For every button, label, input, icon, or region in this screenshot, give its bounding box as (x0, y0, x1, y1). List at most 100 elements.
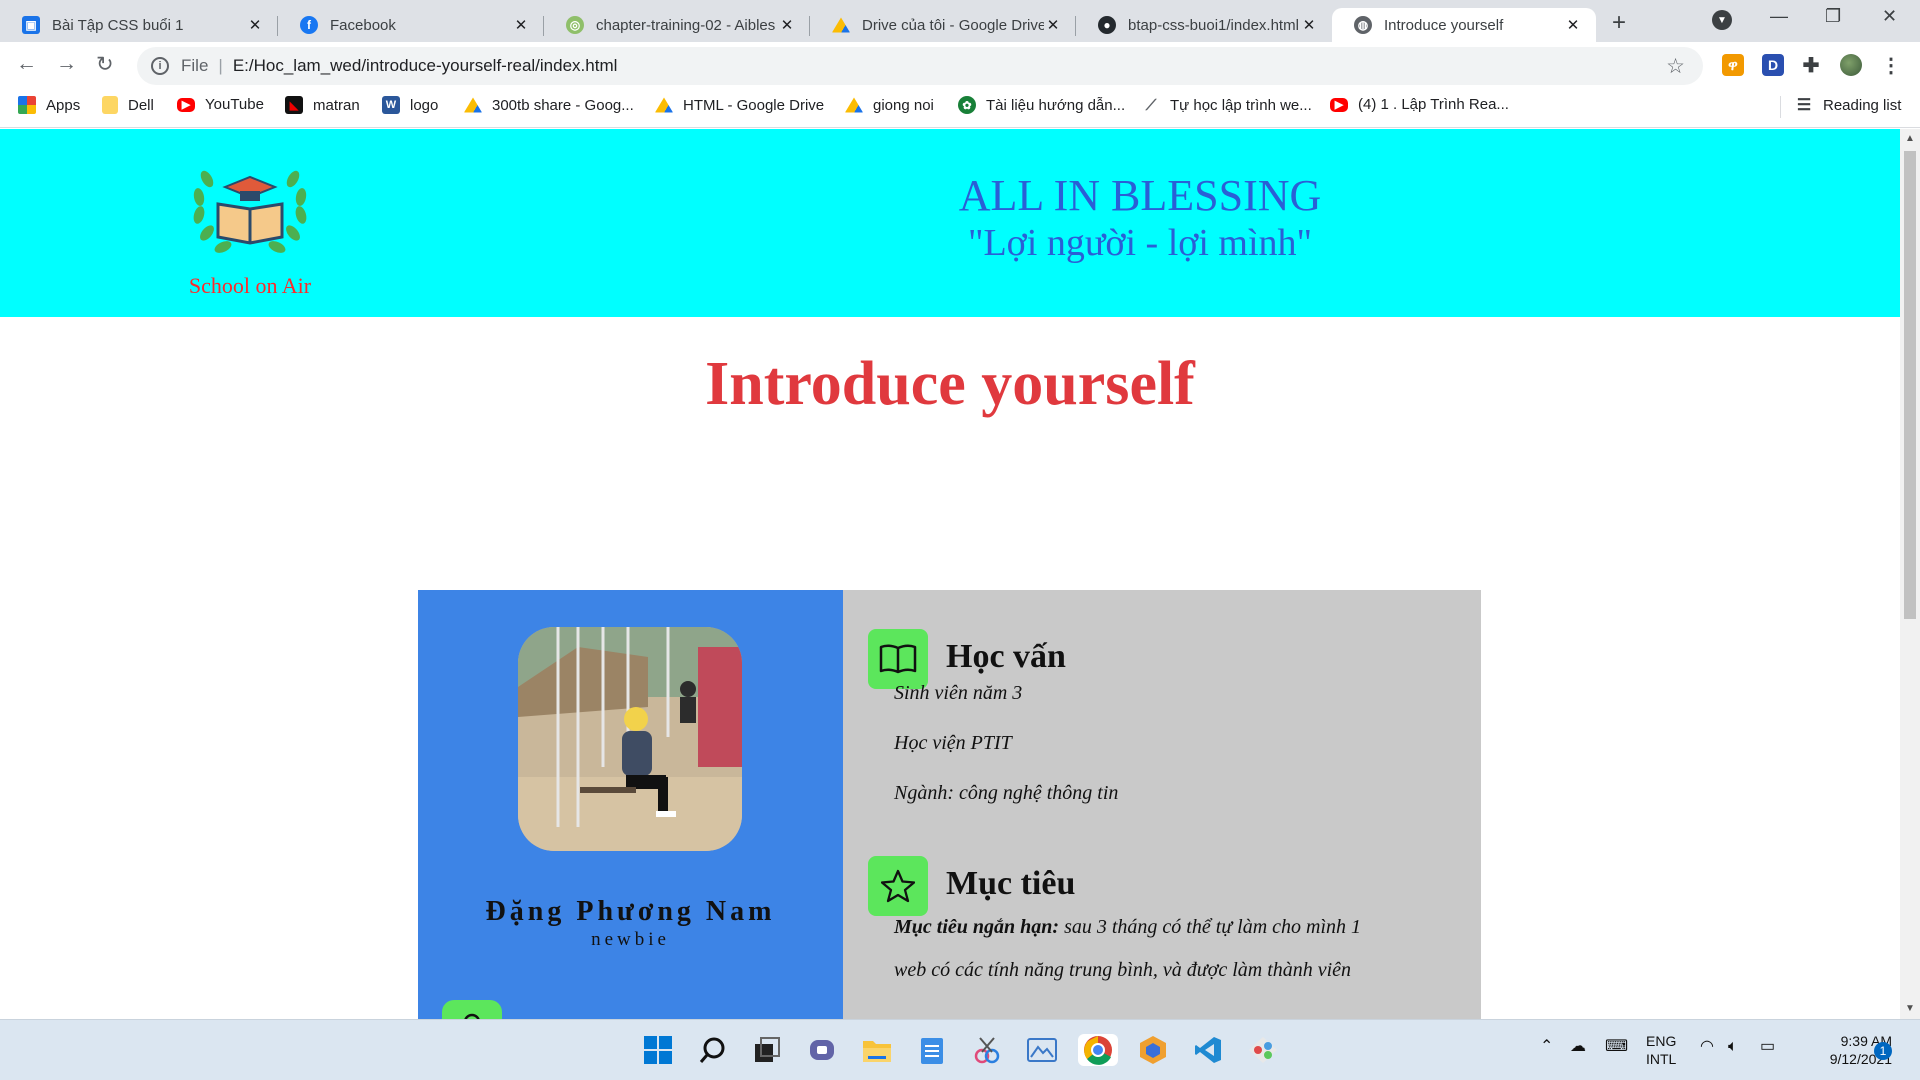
bookmark-tai-lieu[interactable]: ✿ Tài liệu hướng dẫn... (958, 96, 1125, 114)
info-panel: Học vấn Sinh viên năm 3 Học viện PTIT Ng… (843, 590, 1481, 1019)
tab-2[interactable]: ◎ chapter-training-02 - Aibles ✕ (544, 8, 810, 42)
address-bar[interactable]: i File | E:/Hoc_lam_wed/introduce-yourse… (137, 47, 1703, 85)
education-item: Học viện PTIT (894, 732, 1012, 754)
close-icon[interactable]: ✕ (1300, 16, 1318, 34)
windows-taskbar: ⌃ ☁ ⌨ ENG INTL ◠ 🔈︎ ▭ 9:39 AM 9/12/2021 … (0, 1019, 1920, 1080)
aibles-icon: ◎ (566, 16, 584, 34)
education-title: Học vấn (946, 638, 1066, 675)
extension-d-icon[interactable]: D (1762, 54, 1784, 76)
apps-grid-icon (18, 96, 36, 114)
bookmark-300tb[interactable]: 300tb share - Goog... (464, 96, 634, 114)
user-icon (442, 1000, 502, 1019)
education-item: Sinh viên năm 3 (894, 682, 1023, 704)
git-tool-icon[interactable] (1247, 1034, 1279, 1066)
back-icon[interactable]: ← (16, 52, 37, 76)
bookmark-matran[interactable]: ◣ matran (285, 96, 360, 114)
notepad-icon[interactable] (916, 1034, 948, 1066)
close-icon[interactable]: ✕ (778, 16, 796, 34)
task-view-icon[interactable] (751, 1034, 783, 1066)
photos-icon[interactable] (1026, 1034, 1058, 1066)
bookmark-lap-trinh[interactable]: ▶ (4) 1 . Lập Trình Rea... (1330, 96, 1509, 113)
extension-keyhole-icon[interactable]: ዋ (1722, 54, 1744, 76)
scroll-up-icon[interactable]: ▲ (1905, 133, 1915, 144)
tray-overflow-icon[interactable]: ⌃ (1540, 1038, 1553, 1056)
snipping-tool-icon[interactable] (971, 1034, 1003, 1066)
google-drive-icon (832, 17, 850, 33)
profile-panel: Đặng Phương Nam newbie (418, 590, 843, 1019)
github-icon: ● (1098, 16, 1116, 34)
close-icon[interactable]: ✕ (1044, 16, 1062, 34)
page-viewport: School on Air ALL IN BLESSING "Lợi người… (0, 129, 1900, 1019)
site-info-icon[interactable]: i (151, 57, 169, 75)
scroll-thumb[interactable] (1904, 151, 1916, 619)
profile-avatar[interactable] (1840, 54, 1862, 76)
new-tab-icon[interactable]: + (1612, 9, 1626, 37)
bookmark-label: matran (313, 96, 360, 114)
windows-start-icon[interactable] (642, 1034, 674, 1066)
tab-title: btap-css-buoi1/index.html a (1128, 16, 1300, 34)
bookmark-label: HTML - Google Drive (683, 96, 825, 114)
bookmark-apps[interactable]: Apps (18, 96, 80, 114)
goal-short-text: sau 3 tháng có thể tự làm cho mình 1 (1059, 916, 1362, 938)
wifi-icon[interactable]: ◠ (1700, 1038, 1714, 1056)
close-icon[interactable]: ✕ (512, 16, 530, 34)
volume-icon[interactable]: 🔈︎ (1728, 1038, 1738, 1056)
onedrive-icon[interactable]: ☁ (1570, 1038, 1586, 1056)
minimize-icon[interactable]: — (1770, 6, 1788, 27)
bookmark-html-drive[interactable]: HTML - Google Drive (655, 96, 824, 114)
goal-short-label: Mục tiêu ngắn hạn: (894, 916, 1060, 938)
bookmark-tu-hoc[interactable]: ⟋ Tự học lập trình we... (1142, 96, 1312, 114)
tab-3[interactable]: Drive của tôi - Google Drive ✕ (810, 8, 1076, 42)
bookmark-label: Tự học lập trình we... (1170, 96, 1312, 114)
cube-app-icon[interactable] (1137, 1034, 1169, 1066)
bookmark-label: logo (410, 96, 439, 114)
file-explorer-icon[interactable] (861, 1034, 893, 1066)
extensions-puzzle-icon[interactable]: ✚ (1800, 54, 1822, 77)
bookmark-label: 300tb share - Goog... (492, 96, 634, 114)
keyboard-icon[interactable]: ⌨ (1605, 1038, 1628, 1056)
bookmarks-bar: Apps Dell ▶ YouTube ◣ matran W logo 300t… (0, 90, 1920, 128)
reload-icon[interactable]: ↻ (96, 52, 114, 77)
reading-list[interactable]: ☰ Reading list (1795, 96, 1902, 115)
tab-4[interactable]: ● btap-css-buoi1/index.html a ✕ (1076, 8, 1332, 42)
bookmark-star-icon[interactable]: ☆ (1666, 54, 1685, 79)
restore-icon[interactable]: ❐ (1825, 6, 1841, 27)
tab-title: Introduce yourself (1384, 16, 1504, 34)
window-close-icon[interactable]: ✕ (1882, 6, 1897, 27)
site-header: School on Air ALL IN BLESSING "Lợi người… (0, 129, 1900, 317)
reading-list-label: Reading list (1823, 96, 1902, 114)
reading-list-icon: ☰ (1796, 97, 1812, 114)
page-title: Introduce yourself (705, 350, 1195, 418)
star-icon (868, 856, 928, 916)
close-icon[interactable]: ✕ (246, 16, 264, 34)
brand-name: ALL IN BLESSING (958, 171, 1322, 220)
google-drive-icon (655, 97, 673, 113)
vscode-icon[interactable] (1192, 1034, 1224, 1066)
page-scrollbar[interactable]: ▲ ▼ (1900, 129, 1920, 1019)
close-icon[interactable]: ✕ (1564, 16, 1582, 34)
scroll-down-icon[interactable]: ▼ (1905, 1003, 1915, 1014)
chrome-icon[interactable] (1078, 1034, 1118, 1066)
tab-search-icon[interactable]: ▼ (1712, 10, 1732, 30)
bookmark-dell[interactable]: Dell (102, 96, 154, 114)
notification-badge[interactable]: 1 (1874, 1042, 1892, 1060)
teams-chat-icon[interactable] (806, 1034, 838, 1066)
language-indicator[interactable]: ENG INTL (1646, 1032, 1676, 1068)
forward-icon[interactable]: → (56, 52, 77, 76)
bookmark-youtube[interactable]: ▶ YouTube (177, 96, 264, 113)
search-icon[interactable] (697, 1034, 729, 1066)
bookmark-giong-noi[interactable]: giong noi (845, 96, 934, 114)
bookmark-label: Dell (128, 96, 154, 114)
facebook-icon: f (300, 16, 318, 34)
address-url[interactable]: E:/Hoc_lam_wed/introduce-yourself-real/i… (233, 56, 618, 76)
bookmarks-divider (1780, 96, 1781, 118)
tab-1[interactable]: f Facebook ✕ (278, 8, 544, 42)
matran-icon: ◣ (285, 96, 303, 114)
menu-kebab-icon[interactable]: ⋮ (1880, 54, 1902, 77)
education-item: Ngành: công nghệ thông tin (894, 782, 1119, 804)
tab-5[interactable]: ◍ Introduce yourself ✕ (1332, 8, 1596, 42)
bookmark-logo[interactable]: W logo (382, 96, 438, 114)
book-icon (868, 629, 928, 689)
battery-icon[interactable]: ▭ (1760, 1038, 1775, 1056)
tab-0[interactable]: ▣ Bài Tập CSS buổi 1 ✕ (0, 8, 278, 42)
